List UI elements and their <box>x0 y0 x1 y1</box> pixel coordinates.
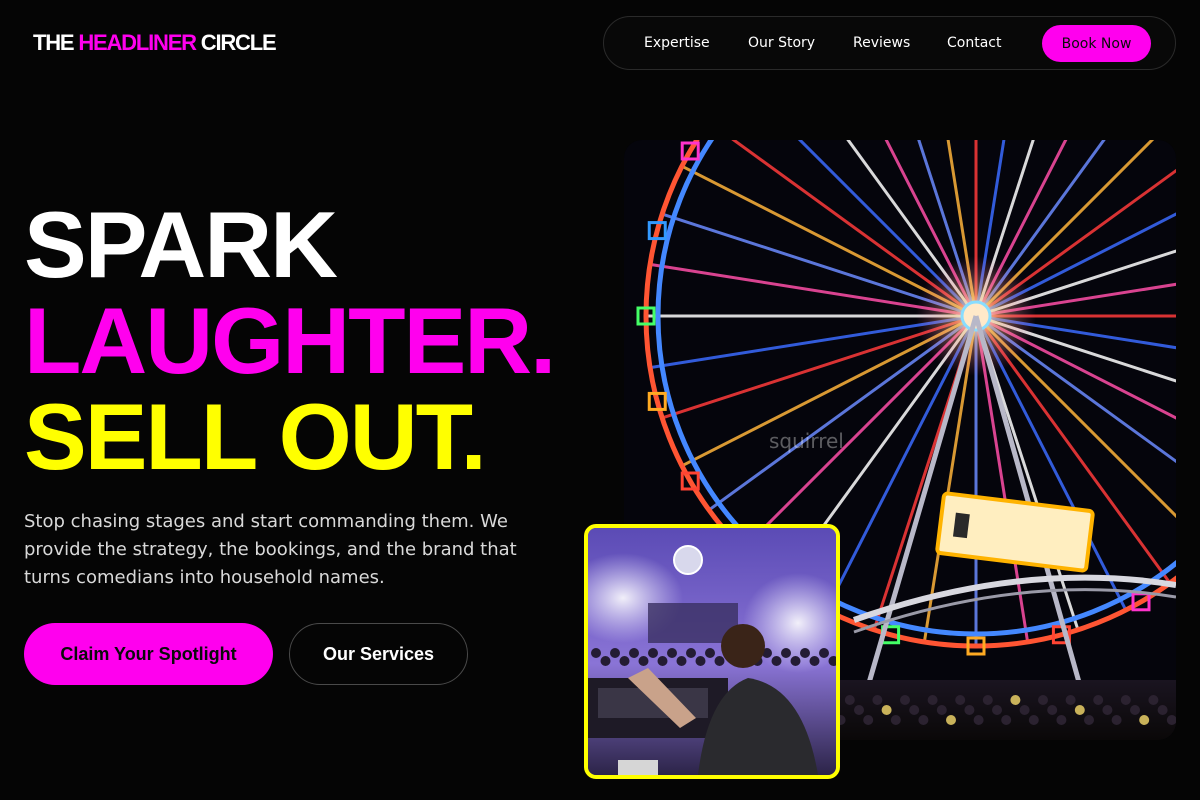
crowd-head <box>918 715 929 725</box>
dj-crowd-head <box>638 656 649 666</box>
crowd-head <box>1148 695 1159 705</box>
crowd-head <box>900 695 910 705</box>
svg-text:squirrel: squirrel <box>769 429 844 453</box>
headline-line-spark: SPARK <box>24 192 338 297</box>
crowd-head <box>1120 695 1131 705</box>
dj-crowd-head <box>629 648 639 658</box>
logo-word-headliner: HEADLINER <box>78 30 197 55</box>
claim-spotlight-button[interactable]: Claim Your Spotlight <box>24 623 273 685</box>
crowd-head <box>992 705 1002 715</box>
dj-crowd-head <box>619 656 630 666</box>
dj-crowd-head <box>714 656 725 666</box>
dj-crowd-head <box>790 656 801 666</box>
crowd-head <box>1157 705 1168 715</box>
dj-crowd-head <box>591 648 601 658</box>
dj-illustration <box>588 528 836 775</box>
crowd-head <box>881 705 892 715</box>
crowd-head <box>982 695 993 705</box>
dj-crowd-head <box>610 648 620 658</box>
book-now-button[interactable]: Book Now <box>1042 25 1151 62</box>
crowd-head <box>1084 715 1094 725</box>
dj-crowd-head <box>705 648 715 658</box>
dj-crowd-head <box>809 656 820 666</box>
crowd-head <box>1056 715 1067 725</box>
crowd-head <box>946 715 956 725</box>
our-services-button[interactable]: Our Services <box>289 623 468 685</box>
nav-link-contact[interactable]: Contact <box>947 34 1001 52</box>
hero-description: Stop chasing stages and start commanding… <box>24 511 517 588</box>
crowd-head <box>1139 715 1150 725</box>
dj-crowd-head <box>600 656 611 666</box>
crowd-head <box>1019 705 1030 715</box>
crowd-head <box>1065 695 1076 705</box>
crowd-head <box>863 715 874 725</box>
crowd-head <box>964 705 975 715</box>
crowd-head <box>1001 715 1012 725</box>
dj-crowd-head <box>771 656 782 666</box>
crowd-head <box>1111 715 1122 725</box>
nav-link-reviews[interactable]: Reviews <box>853 34 910 52</box>
nav-link-our-story[interactable]: Our Story <box>748 34 815 52</box>
crowd-head <box>854 705 864 715</box>
crowd-head <box>1047 705 1058 715</box>
crowd-head <box>909 705 920 715</box>
crowd-head <box>955 695 966 705</box>
main-nav: Expertise Our Story Reviews Contact Book… <box>603 16 1176 70</box>
logo-word-circle: CIRCLE <box>195 30 277 55</box>
dj-crowd-head <box>657 656 668 666</box>
dj-crowd-head <box>667 648 677 658</box>
crowd-head <box>1038 695 1048 705</box>
dj-crowd-head <box>800 648 810 658</box>
dj-crowd-head <box>695 656 706 666</box>
crowd-head <box>936 705 947 715</box>
page: THE HEADLINER CIRCLE Expertise Our Story… <box>0 0 1200 800</box>
crowd-head <box>1028 715 1039 725</box>
nav-link-expertise[interactable]: Expertise <box>644 34 710 52</box>
crowd-head <box>927 695 938 705</box>
crowd-head <box>1074 705 1085 715</box>
crowd-head <box>1010 695 1021 705</box>
crowd-head <box>1102 705 1113 715</box>
crowd-head <box>973 715 984 725</box>
crowd-head <box>1093 695 1104 705</box>
dj-crowd-head <box>648 648 658 658</box>
dj-crowd-head <box>676 656 687 666</box>
dj-crowd-head <box>686 648 696 658</box>
crowd-head <box>890 715 901 725</box>
logo-word-the: THE <box>33 30 79 55</box>
headline-line-sell-out: SELL OUT. <box>24 384 487 489</box>
dj-crowd-image <box>584 524 840 779</box>
crowd-head <box>872 695 883 705</box>
headline-line-laughter: LAUGHTER. <box>24 288 556 393</box>
dj-crowd-head <box>819 648 829 658</box>
crowd-head <box>844 695 855 705</box>
dj-crowd-head <box>781 648 791 658</box>
crowd-head <box>1130 705 1140 715</box>
brand-logo[interactable]: THE HEADLINER CIRCLE <box>33 30 277 56</box>
